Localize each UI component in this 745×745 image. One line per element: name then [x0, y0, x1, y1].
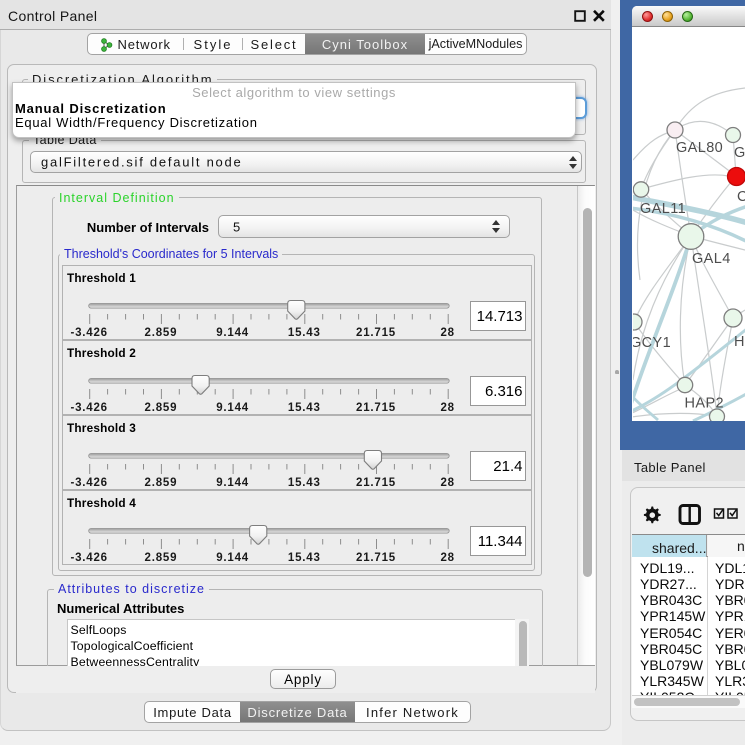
- svg-text:GAL4: GAL4: [692, 251, 731, 267]
- svg-text:GCY1: GCY1: [633, 335, 671, 351]
- svg-text:GAL80: GAL80: [676, 140, 723, 156]
- svg-text:HAP2: HAP2: [685, 396, 724, 412]
- svg-text:GA: GA: [734, 145, 745, 161]
- svg-text:C: C: [737, 189, 745, 205]
- svg-text:GAL11: GAL11: [640, 201, 686, 217]
- svg-text:H: H: [734, 334, 745, 350]
